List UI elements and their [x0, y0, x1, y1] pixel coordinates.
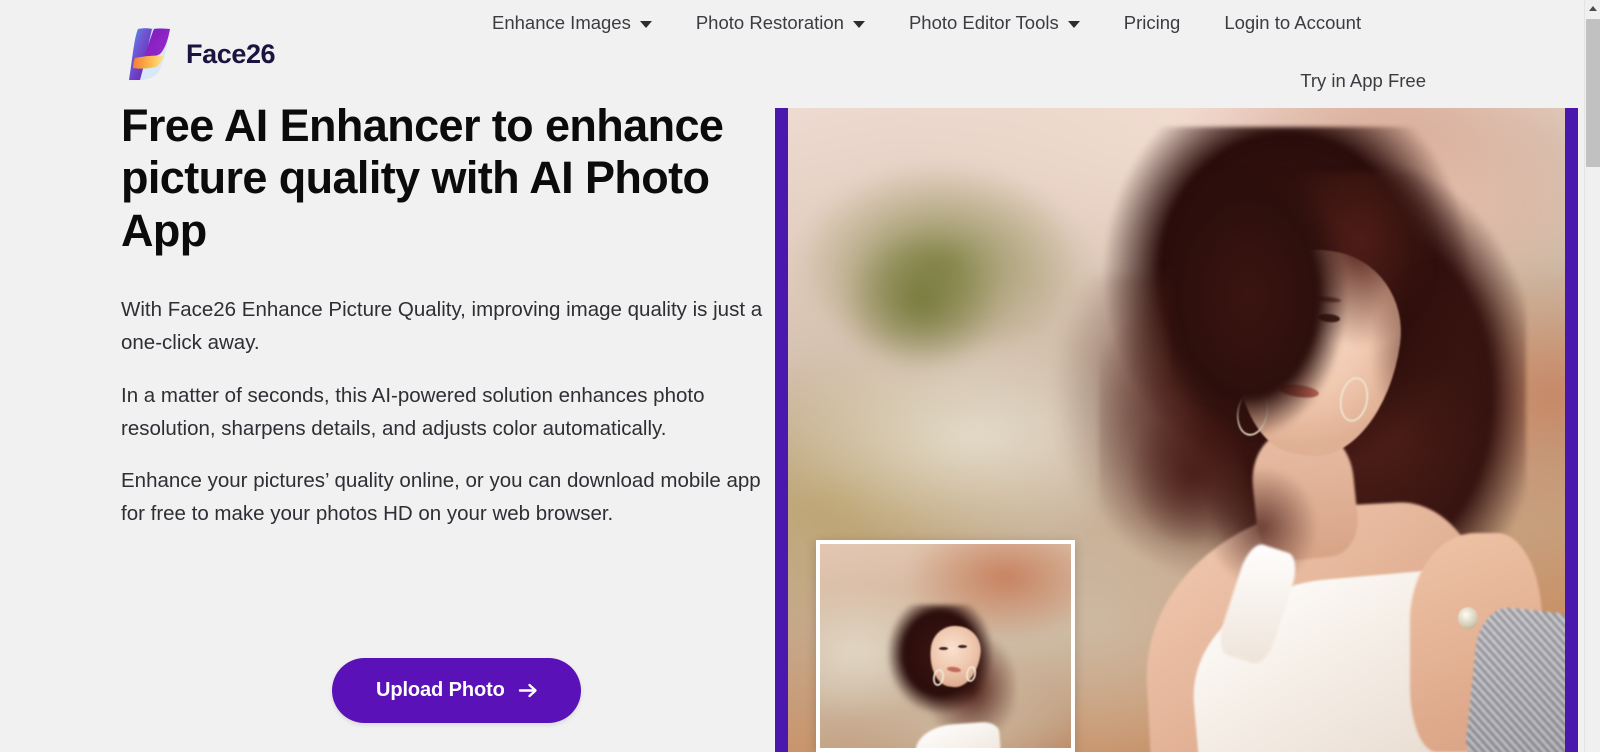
subject-hair-curl	[1370, 262, 1503, 443]
nav-item-enhance-images[interactable]: Enhance Images	[470, 8, 674, 38]
nav-label: Login to Account	[1224, 12, 1362, 33]
vertical-scroll-thumb[interactable]	[1586, 19, 1600, 167]
nav-item-photo-restoration[interactable]: Photo Restoration	[674, 8, 887, 38]
inset-photo	[820, 544, 1071, 748]
brand-logo[interactable]: Face26	[121, 26, 276, 82]
vertical-scrollbar[interactable]	[1584, 0, 1600, 752]
hero-text-column: Free AI Enhancer to enhance picture qual…	[121, 100, 771, 723]
nav-item-pricing[interactable]: Pricing	[1102, 8, 1203, 38]
arrow-right-icon	[518, 683, 537, 698]
primary-navigation: Enhance Images Photo Restoration Photo E…	[470, 8, 1383, 38]
secondary-navigation: Try in App Free	[1300, 66, 1426, 96]
subject-ring	[1457, 607, 1478, 629]
page-title: Free AI Enhancer to enhance picture qual…	[121, 100, 724, 256]
hero-paragraph-3: Enhance your pictures’ quality online, o…	[121, 469, 761, 526]
nav-item-login-to-account[interactable]: Login to Account	[1202, 8, 1383, 38]
hero-photo-inset-thumbnail	[816, 540, 1075, 752]
nav-label: Try in App Free	[1300, 70, 1426, 91]
scroll-up-arrow-icon[interactable]	[1585, 0, 1600, 17]
chevron-down-icon	[639, 21, 652, 28]
hero-image-panel	[775, 108, 1578, 752]
purple-accent-bar-left	[775, 108, 788, 752]
hero-photo	[788, 108, 1565, 752]
purple-accent-bar-right	[1565, 108, 1578, 752]
nav-label: Enhance Images	[492, 12, 631, 33]
nav-label: Photo Restoration	[695, 12, 844, 33]
chevron-down-icon	[1067, 21, 1080, 28]
hero-paragraph-1: With Face26 Enhance Picture Quality, imp…	[121, 298, 763, 355]
chevron-down-icon	[852, 21, 865, 28]
page-root: Face26 Enhance Images Photo Restoration …	[0, 0, 1600, 752]
nav-label: Photo Editor Tools	[908, 12, 1059, 33]
face26-leaf-logo-icon	[129, 27, 170, 81]
triangle-up-glyph	[1589, 6, 1597, 11]
nav-item-photo-editor-tools[interactable]: Photo Editor Tools	[887, 8, 1102, 38]
upload-photo-button[interactable]: Upload Photo	[332, 658, 581, 723]
brand-name: Face26	[186, 38, 276, 69]
upload-photo-label: Upload Photo	[376, 679, 505, 701]
nav-item-try-in-app-free[interactable]: Try in App Free	[1300, 66, 1426, 96]
hero-paragraph-2: In a matter of seconds, this AI-powered …	[121, 383, 705, 440]
inset-subject-eye	[958, 644, 967, 648]
site-header: Face26 Enhance Images Photo Restoration …	[0, 0, 1584, 105]
nav-label: Pricing	[1123, 12, 1181, 33]
